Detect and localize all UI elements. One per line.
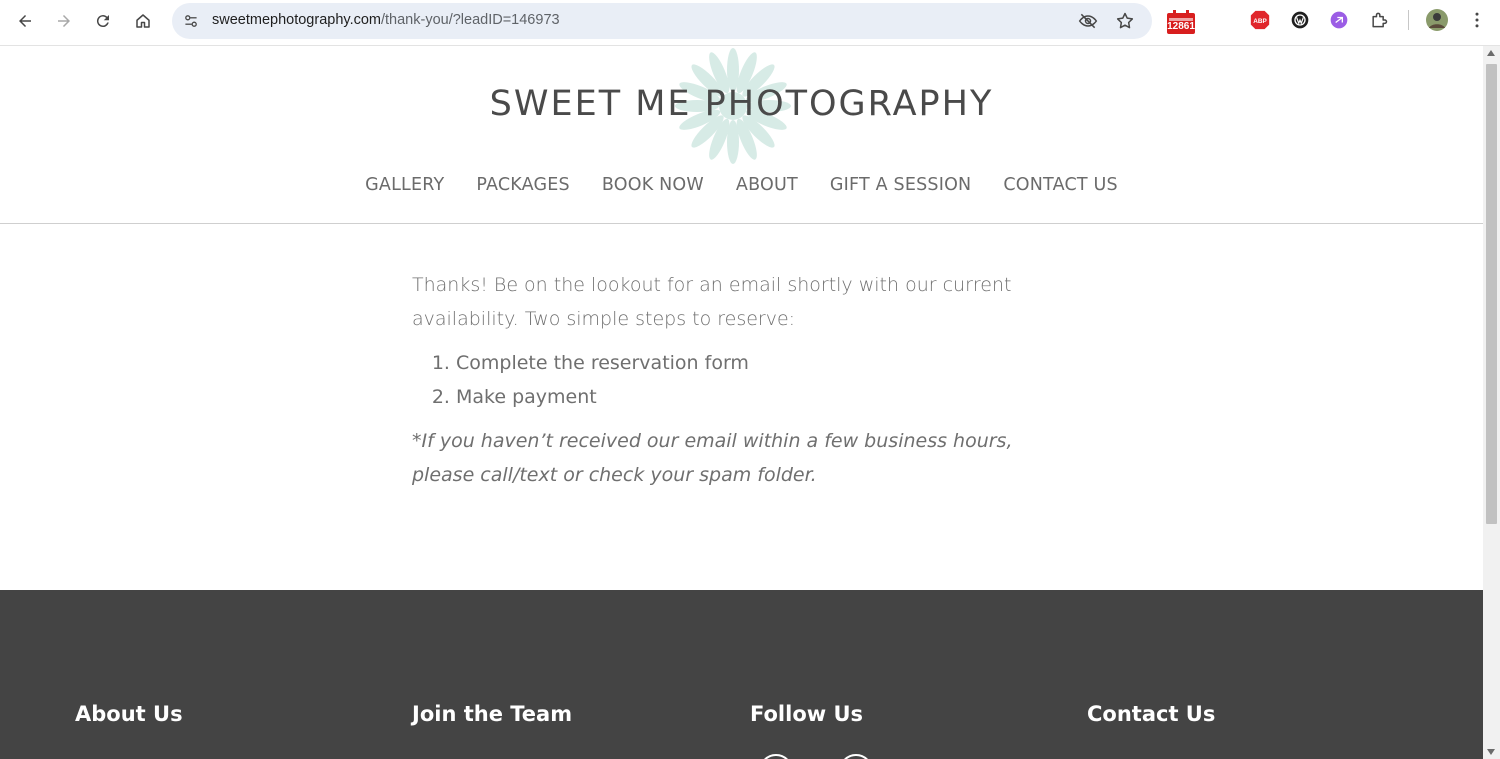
site-title[interactable]: SWEET ME PHOTOGRAPHY (0, 84, 1483, 124)
nav-contact-us[interactable]: CONTACT US (1003, 175, 1117, 195)
purple-extension-icon[interactable] (1327, 8, 1351, 32)
home-button[interactable] (128, 7, 158, 35)
scrollbar-thumb[interactable] (1486, 64, 1497, 524)
social-icon[interactable] (839, 754, 873, 759)
list-item: Complete the reservation form (456, 346, 1072, 380)
browser-menu-icon[interactable] (1465, 8, 1489, 32)
wordpress-extension-icon[interactable] (1288, 8, 1312, 32)
reload-icon (96, 15, 109, 28)
extensions-puzzle-icon[interactable] (1367, 8, 1391, 32)
nav-book-now[interactable]: BOOK NOW (602, 175, 704, 195)
page-scrollbar[interactable] (1483, 46, 1500, 759)
adblock-plus-icon[interactable]: ABP (1248, 8, 1272, 32)
header-divider (0, 223, 1483, 224)
thank-you-message: Thanks! Be on the lookout for an email s… (412, 274, 1012, 330)
reserve-steps-list: Complete the reservation form Make payme… (412, 346, 1072, 414)
forward-arrow-icon (58, 15, 70, 27)
spam-folder-note: *If you haven’t received our email withi… (412, 430, 1013, 486)
extension-badge: 12861 (1167, 21, 1195, 32)
scroll-up-icon[interactable] (1487, 50, 1495, 56)
social-icon[interactable] (759, 754, 793, 759)
calendar-extension-icon[interactable]: 12861 (1166, 8, 1196, 36)
nav-gallery[interactable]: GALLERY (365, 175, 444, 195)
browser-toolbar: sweetmephotography.com/thank-you/?leadID… (0, 0, 1500, 46)
site-info-icon[interactable] (180, 10, 202, 32)
toolbar-separator (1408, 10, 1409, 30)
back-button[interactable] (10, 7, 40, 35)
footer-heading-follow-us: Follow Us (750, 702, 864, 726)
scroll-down-icon[interactable] (1487, 749, 1495, 755)
url-host: sweetmephotography.com (212, 12, 381, 28)
footer-heading-contact-us: Contact Us (1087, 702, 1216, 726)
main-nav: GALLERY PACKAGES BOOK NOW ABOUT GIFT A S… (0, 175, 1483, 195)
back-arrow-icon (19, 15, 31, 27)
eye-off-icon[interactable] (1078, 11, 1098, 31)
address-bar[interactable]: sweetmephotography.com/thank-you/?leadID… (172, 3, 1152, 39)
profile-avatar-icon[interactable] (1425, 8, 1449, 32)
footer-heading-about-us: About Us (75, 702, 183, 726)
nav-gift-a-session[interactable]: GIFT A SESSION (830, 175, 971, 195)
site-footer: About Us Join the Team Follow Us Contact… (0, 590, 1483, 759)
url-text[interactable]: sweetmephotography.com/thank-you/?leadID… (212, 12, 560, 28)
web-page: SWEET ME PHOTOGRAPHY GALLERY PACKAGES BO… (0, 46, 1483, 759)
half-moon-extension-icon[interactable] (1208, 8, 1232, 32)
nav-about[interactable]: ABOUT (736, 175, 798, 195)
thank-you-content: Thanks! Be on the lookout for an email s… (412, 268, 1072, 492)
nav-packages[interactable]: PACKAGES (476, 175, 569, 195)
forward-button[interactable] (49, 7, 79, 35)
svg-text:ABP: ABP (1253, 18, 1267, 25)
home-icon (136, 14, 150, 28)
footer-heading-join-the-team: Join the Team (412, 702, 573, 726)
url-path: /thank-you/?leadID=146973 (381, 12, 560, 28)
bookmark-star-icon[interactable] (1115, 11, 1135, 31)
list-item: Make payment (456, 380, 1072, 414)
reload-button[interactable] (88, 7, 118, 35)
